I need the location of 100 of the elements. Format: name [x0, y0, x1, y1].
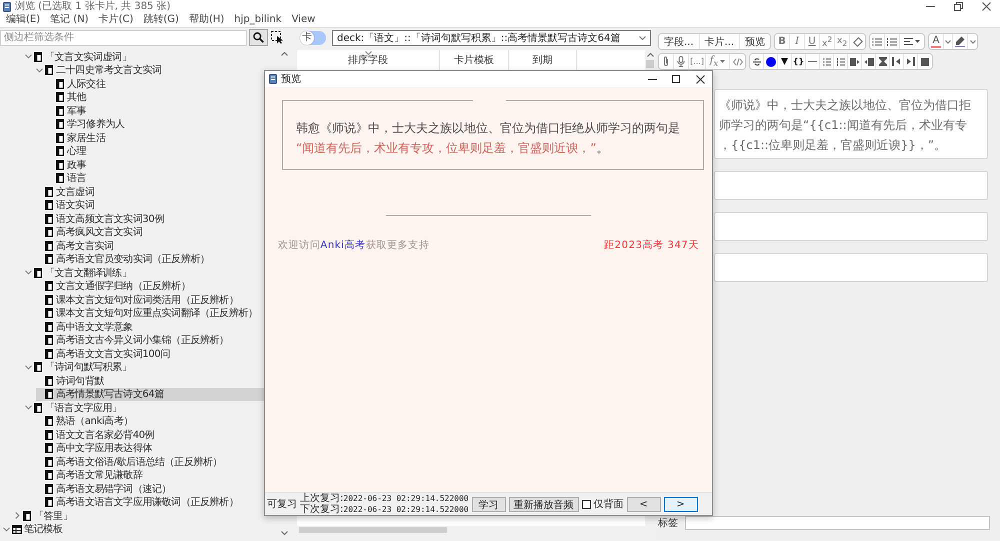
highlight-button[interactable]: [953, 34, 968, 49]
tags-field[interactable]: [685, 516, 990, 530]
formula-button[interactable]: f$_{x}$: [706, 54, 730, 69]
sidebar-item[interactable]: 高考情景默写古诗文64篇: [36, 388, 264, 401]
anki-link[interactable]: Anki高考: [320, 240, 366, 251]
replay-audio-button[interactable]: 重新播放音频: [508, 496, 579, 512]
mode-switch[interactable]: 卡: [300, 31, 326, 45]
scroll-down-icon[interactable]: [280, 531, 288, 535]
sidebar-item[interactable]: 语言: [47, 172, 264, 185]
checkbox-label[interactable]: 仅背面: [594, 497, 624, 511]
sidebar-item[interactable]: 「文言文翻译训练」: [25, 266, 264, 280]
text-color-button[interactable]: A: [929, 34, 944, 49]
record-button[interactable]: [674, 54, 689, 69]
sidebar-item[interactable]: 家居生活: [47, 131, 264, 144]
sidebar-item[interactable]: 高考语文文言文实词100问: [36, 347, 264, 360]
numbered-list-button[interactable]: [885, 34, 900, 49]
chevron-right-icon[interactable]: [15, 512, 20, 520]
study-button[interactable]: 学习: [472, 496, 506, 512]
superscript-button[interactable]: x$^{2}$: [820, 34, 836, 49]
sidebar-item[interactable]: 高中语文文学意象: [36, 320, 264, 334]
align-center-button[interactable]: [876, 54, 890, 69]
menu-item[interactable]: 帮助(H): [184, 13, 230, 27]
sidebar-item[interactable]: 语文高频文言文实词30例: [36, 212, 264, 226]
horizontal-rule-button[interactable]: [806, 54, 820, 69]
highlight-menu-button[interactable]: [968, 34, 978, 49]
sidebar-item[interactable]: 人际交往: [47, 77, 264, 90]
chevron-down-icon[interactable]: [3, 526, 10, 532]
align-right-button[interactable]: [904, 54, 918, 69]
sidebar-item[interactable]: 诗词句背默: [36, 374, 264, 388]
sidebar-item[interactable]: 高考语文常见谦敬辞: [36, 468, 264, 482]
sidebar-item[interactable]: 「语言文字应用」: [25, 401, 264, 414]
sidebar-item[interactable]: 熟语（anki高考）: [36, 414, 264, 428]
bullet-list-button[interactable]: [820, 54, 834, 69]
sidebar-item[interactable]: 高中文字应用表达得体: [36, 442, 264, 455]
html-editor-button[interactable]: [730, 54, 745, 69]
scrollbar-thumb[interactable]: [299, 527, 447, 533]
sidebar-item[interactable]: 高考疯风文言文实词: [36, 226, 264, 239]
sidebar-item[interactable]: 语文文言名家必背40例: [36, 428, 264, 442]
sidebar-item[interactable]: 课本文言文短句对应重点实词翻译（正反辨析）: [36, 306, 264, 320]
menu-item[interactable]: View: [286, 13, 320, 27]
sidebar-item[interactable]: 高考语文古今异义词小集锦（正反辨析）: [36, 334, 264, 347]
sidebar-item[interactable]: 学习修养为人: [47, 118, 264, 131]
strikethrough-button[interactable]: [750, 54, 764, 69]
sidebar-item[interactable]: 军事: [47, 104, 264, 118]
search-button[interactable]: [249, 29, 268, 46]
selection-tool-icon[interactable]: [271, 31, 284, 44]
indent-button[interactable]: [848, 54, 862, 69]
sidebar-search-field[interactable]: 侧边栏筛选条件: [0, 30, 247, 46]
underline-button[interactable]: U: [805, 34, 820, 49]
sidebar-item[interactable]: 高考语文俗语/歇后语总结（正反辨析）: [36, 455, 264, 468]
next-button[interactable]: >: [664, 496, 698, 512]
align-left-button[interactable]: [890, 54, 904, 69]
sidebar-item[interactable]: 二十四史常考文言文实词: [36, 64, 264, 77]
scrollbar-thumb[interactable]: [646, 60, 654, 68]
editor-field[interactable]: [714, 253, 988, 282]
scroll-up-icon[interactable]: [280, 52, 288, 56]
sidebar-item[interactable]: 文言文通假字归纳（正反辨析）: [36, 280, 264, 293]
chevron-down-icon[interactable]: [36, 68, 43, 73]
chevron-down-icon[interactable]: [25, 54, 32, 60]
braces-button[interactable]: {}: [792, 54, 806, 69]
sidebar-item[interactable]: 其他: [47, 90, 264, 104]
search-combobox[interactable]: deck:「语文」::「诗词句默写积累」::高考情景默写古诗文64篇: [332, 30, 651, 46]
menu-item[interactable]: 编辑(E): [1, 13, 46, 27]
editor-field[interactable]: [714, 212, 988, 241]
sidebar-item[interactable]: 文言虚词: [36, 185, 264, 198]
editor-field[interactable]: 《师说》中，士大夫之族以地位、官位为借口拒 师学习的两句是“{{c1::闻道有先后，术业有专 ，{{c1::位卑则足羞，官盛则近谀}}，”。: [714, 89, 988, 159]
cloze-button[interactable]: [...]: [689, 54, 706, 69]
sidebar-item[interactable]: 课本文言文短句对应词类活用（正反辨析）: [36, 293, 264, 306]
menu-item[interactable]: 卡片(C): [94, 13, 138, 27]
sidebar-item[interactable]: 语文实词: [36, 198, 264, 212]
sidebar-item[interactable]: 心理: [47, 144, 264, 158]
outdent-button[interactable]: [862, 54, 876, 69]
font-color-button[interactable]: [764, 54, 778, 69]
scroll-up-icon[interactable]: [646, 53, 654, 57]
color-menu-button[interactable]: [944, 34, 954, 49]
subscript-button[interactable]: x$_{2}$: [835, 34, 850, 49]
sidebar-item[interactable]: 「答里」: [14, 509, 264, 522]
justify-button[interactable]: [918, 54, 932, 69]
editor-field[interactable]: [714, 171, 988, 200]
menu-item[interactable]: 跳转(G): [138, 13, 184, 27]
sidebar-item[interactable]: 「诗词句默写积累」: [25, 360, 264, 374]
menu-item[interactable]: 笔记 (N): [45, 13, 94, 27]
sidebar-item[interactable]: 高考语文语言文字应用谦敬词（正反辨析）: [36, 496, 264, 509]
fields-button[interactable]: 字段...: [659, 34, 700, 49]
collapse-button[interactable]: [778, 54, 792, 69]
chevron-down-icon[interactable]: [25, 405, 32, 410]
sidebar-item[interactable]: 高考文言实词: [36, 239, 264, 252]
bullet-list-button[interactable]: [870, 34, 886, 49]
sidebar-item[interactable]: 政事: [47, 158, 264, 172]
sidebar-item[interactable]: 高考语文易错字词（速记）: [36, 482, 264, 496]
sidebar-item[interactable]: 「文言文实词虚词」: [25, 50, 264, 64]
checkbox[interactable]: [582, 500, 591, 508]
sidebar-item[interactable]: 高考语文官员变动实词（正反辨析）: [36, 252, 264, 266]
attach-button[interactable]: [659, 54, 674, 69]
chevron-down-icon[interactable]: [25, 364, 32, 370]
menu-item[interactable]: hjp_bilink: [229, 13, 287, 27]
numbered-list-button[interactable]: [834, 54, 848, 69]
chevron-down-icon[interactable]: [25, 270, 32, 276]
previous-button[interactable]: <: [626, 496, 661, 512]
eraser-button[interactable]: [850, 34, 866, 49]
